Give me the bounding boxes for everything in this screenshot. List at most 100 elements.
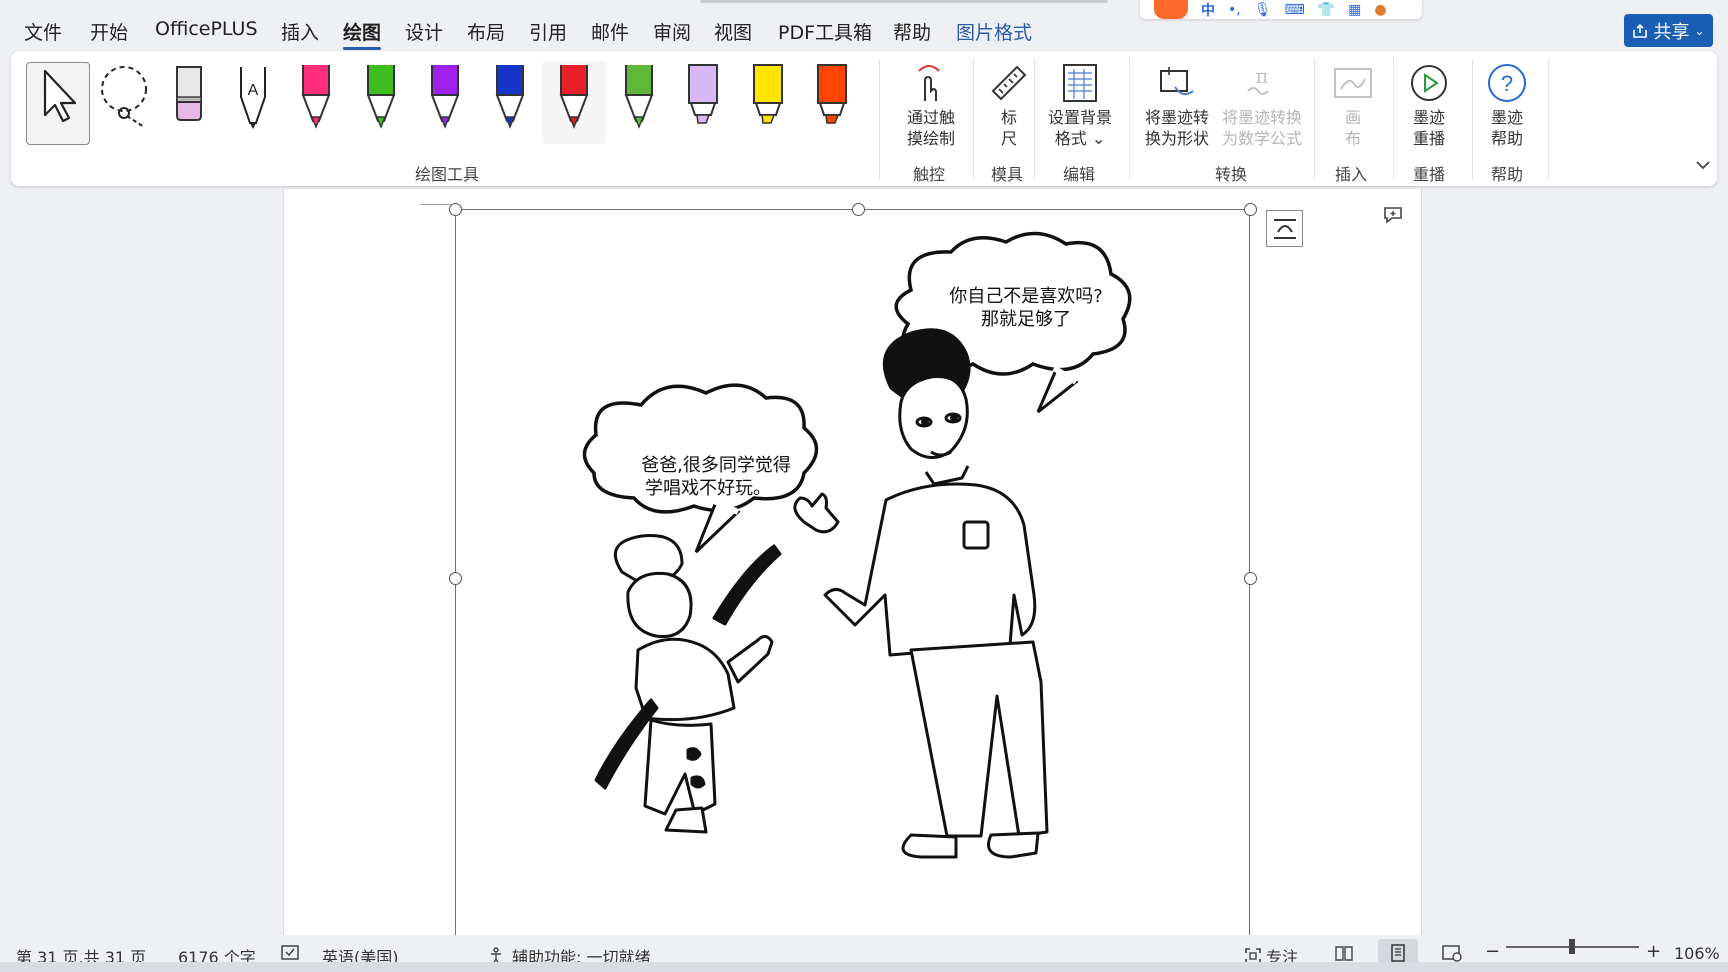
drawing-canvas-label: 画 布 <box>1344 108 1361 148</box>
ribbon: A 绘图工具 通过触 摸绘制 触控 标 尺 模具 设置背景 格式 ⌄ 编辑 将墨… <box>11 51 1717 186</box>
draw-with-touch-button[interactable]: 通过触 摸绘制 <box>894 59 968 149</box>
yellow-highlighter-icon <box>752 64 783 124</box>
eraser-tool[interactable] <box>157 61 221 144</box>
title-scroll-hint <box>700 0 1108 3</box>
share-button[interactable]: 共享 ⌄ <box>1624 14 1713 47</box>
tab-view[interactable]: 视图 <box>714 18 752 45</box>
resize-handle-top-left[interactable] <box>449 203 462 216</box>
keyboard-icon[interactable]: ⌨ <box>1285 2 1305 18</box>
zoom-level[interactable]: 106% <box>1674 944 1720 963</box>
help-icon: ? <box>1488 64 1526 102</box>
group-label-replay: 重播 <box>1413 165 1446 184</box>
punctuation-icon[interactable]: •, <box>1228 2 1241 18</box>
pink-pen-icon <box>301 65 331 129</box>
zoom-in-button[interactable]: + <box>1646 941 1661 962</box>
format-background-button[interactable]: 设置背景 格式 ⌄ <box>1041 59 1119 149</box>
rotate-handle[interactable] <box>852 203 865 216</box>
red-pen-icon <box>559 65 589 129</box>
comment-icon <box>1384 207 1402 224</box>
action-pen-tool[interactable]: A <box>221 61 285 144</box>
lasso-select-tool[interactable] <box>94 61 158 144</box>
tab-home[interactable]: 开始 <box>90 18 128 45</box>
tab-design[interactable]: 设计 <box>405 18 443 45</box>
tab-mailings[interactable]: 邮件 <box>591 18 629 45</box>
collapse-ribbon-button[interactable] <box>1695 156 1711 175</box>
tab-pdf-toolbox[interactable]: PDF工具箱 <box>778 18 872 45</box>
share-icon <box>1633 23 1648 38</box>
purple-pen-icon <box>430 65 460 129</box>
orange-highlighter-tool[interactable] <box>800 61 864 144</box>
microphone-icon[interactable]: 🎙 <box>1254 2 1272 18</box>
pink-pen-tool[interactable] <box>284 61 348 144</box>
ink-to-math-button[interactable]: π 将墨迹转换 为数学公式 <box>1217 59 1307 149</box>
action-pen-icon: A <box>240 67 266 129</box>
green-pen-tool[interactable] <box>349 61 413 144</box>
replay-icon <box>1411 65 1447 101</box>
tab-picture-format[interactable]: 图片格式 <box>956 18 1032 45</box>
blue-pen-tool[interactable] <box>478 61 542 144</box>
read-mode-icon <box>1335 946 1353 961</box>
purple-pen-tool[interactable] <box>413 61 477 144</box>
new-comment-button[interactable] <box>1382 205 1404 229</box>
resize-handle-left[interactable] <box>449 572 462 585</box>
taskbar-edge <box>0 962 1728 972</box>
tab-help[interactable]: 帮助 <box>893 18 931 45</box>
avatar-icon[interactable]: ● <box>1374 2 1386 18</box>
tab-layout[interactable]: 布局 <box>467 18 505 45</box>
ink-replay-button[interactable]: 墨迹 重播 <box>1399 59 1459 149</box>
green-pen-icon <box>366 65 395 129</box>
picture-selection-frame[interactable] <box>455 209 1250 935</box>
group-label-convert: 转换 <box>1215 165 1248 184</box>
group-divider <box>1034 59 1035 179</box>
wrap-text-icon <box>1273 218 1296 239</box>
lavender-highlighter-tool[interactable] <box>671 61 735 144</box>
ime-toolbar: 中 •, 🎙 ⌨ 👕 ▦ ● <box>1140 0 1422 19</box>
toolbox-grid-icon[interactable]: ▦ <box>1348 2 1361 18</box>
yellow-highlighter-tool[interactable] <box>736 61 800 144</box>
group-label-touch: 触控 <box>913 165 946 184</box>
select-tool[interactable] <box>26 62 90 145</box>
group-label-help: 帮助 <box>1491 165 1524 184</box>
resize-handle-top-right[interactable] <box>1244 203 1257 216</box>
tab-review[interactable]: 审阅 <box>653 18 691 45</box>
skin-icon[interactable]: 👕 <box>1318 2 1335 18</box>
canvas-icon <box>1334 68 1372 98</box>
ink-to-math-icon: π <box>1247 64 1269 95</box>
group-divider <box>1548 59 1549 179</box>
group-label-stencils: 模具 <box>991 165 1024 184</box>
chevron-down-icon <box>1696 161 1710 170</box>
drawing-canvas-button[interactable]: 画 布 <box>1325 59 1381 149</box>
group-divider <box>1393 59 1394 179</box>
orange-highlighter-icon <box>817 64 847 124</box>
tab-officeplus[interactable]: OfficePLUS <box>155 18 258 40</box>
print-layout-icon <box>1391 944 1405 962</box>
layout-options-button[interactable] <box>1266 210 1303 247</box>
tab-draw[interactable]: 绘图 <box>343 18 382 50</box>
ink-replay-label: 墨迹 重播 <box>1412 108 1445 148</box>
tab-references[interactable]: 引用 <box>529 18 567 45</box>
ink-to-shape-icon <box>1160 67 1194 96</box>
share-label: 共享 <box>1653 21 1690 43</box>
green-pencil-icon <box>624 65 653 129</box>
resize-handle-right[interactable] <box>1244 572 1257 585</box>
zoom-slider-thumb[interactable] <box>1569 939 1575 954</box>
ruler-button[interactable]: 标 尺 <box>981 59 1037 149</box>
ink-help-label: 墨迹 帮助 <box>1490 108 1523 148</box>
zoom-out-button[interactable]: − <box>1485 941 1500 962</box>
format-background-label: 设置背景 格式 ⌄ <box>1047 108 1112 148</box>
group-label-draw-tools: 绘图工具 <box>415 165 480 184</box>
green-pencil-tool[interactable] <box>607 61 671 144</box>
ruler-label: 标 尺 <box>1000 108 1017 148</box>
red-pen-tool[interactable] <box>542 61 606 144</box>
ink-help-button[interactable]: ? 墨迹 帮助 <box>1479 59 1535 149</box>
ruler-icon <box>991 65 1027 101</box>
ink-to-math-label: 将墨迹转换 为数学公式 <box>1221 108 1302 148</box>
ink-to-shape-button[interactable]: 将墨迹转 换为形状 <box>1135 59 1219 149</box>
svg-text:π: π <box>1255 64 1268 88</box>
ime-mode-label[interactable]: 中 <box>1201 0 1215 20</box>
group-label-edit: 编辑 <box>1063 165 1096 184</box>
page-edge <box>1421 189 1422 935</box>
tab-insert[interactable]: 插入 <box>281 18 319 45</box>
tab-file[interactable]: 文件 <box>24 18 62 45</box>
group-divider <box>1314 59 1315 179</box>
